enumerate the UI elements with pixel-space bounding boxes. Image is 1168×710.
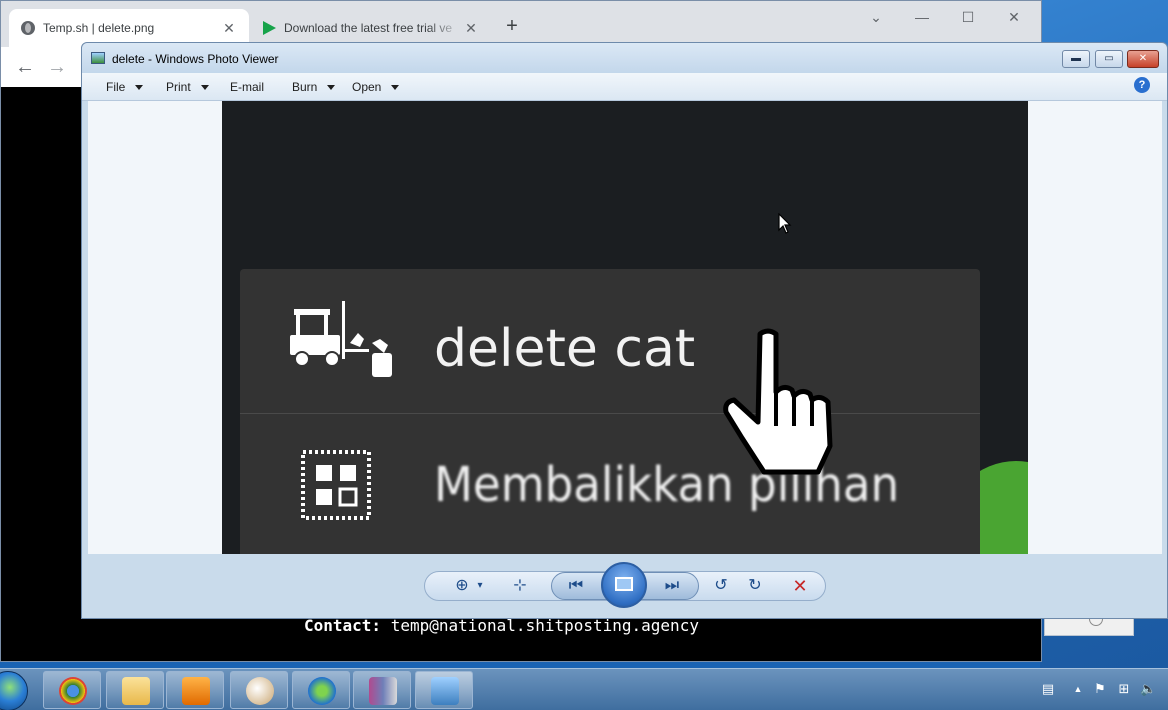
tab-search-button[interactable]: ⌄: [864, 7, 888, 27]
tab-close-button[interactable]: ✕: [463, 20, 479, 37]
taskbar-archive-tool[interactable]: [353, 671, 411, 709]
rotate-left-icon[interactable]: ↺: [711, 576, 731, 596]
divider: [240, 413, 980, 414]
viewer-titlebar[interactable]: delete - Windows Photo Viewer ▬ ▭ ✕: [82, 43, 1167, 73]
help-icon[interactable]: ?: [1134, 77, 1150, 93]
taskbar-photo-viewer[interactable]: [415, 671, 473, 709]
chevron-down-icon: [327, 84, 336, 90]
folder-icon: [122, 677, 150, 705]
zoom-icon[interactable]: ⊕: [452, 576, 472, 596]
viewer-close-button[interactable]: ✕: [1127, 50, 1159, 68]
previous-icon[interactable]: ⏮: [566, 576, 586, 596]
start-button[interactable]: [0, 671, 28, 710]
chevron-down-icon: [391, 84, 400, 90]
menu-label: E-mail: [230, 80, 265, 94]
tab-close-button[interactable]: ✕: [221, 20, 237, 37]
volume-icon[interactable]: 🔈: [1140, 681, 1156, 697]
maximize-button[interactable]: ☐: [956, 7, 980, 27]
viewer-menubar: File Print E-mail Burn Open ?: [82, 73, 1167, 101]
flag-icon[interactable]: ⚑: [1092, 681, 1108, 697]
slideshow-button[interactable]: [601, 562, 647, 608]
context-menu: delete cat Membalikkan pilihan: [240, 269, 980, 554]
viewer-minimize-button[interactable]: ▬: [1062, 50, 1090, 68]
archive-icon: [369, 677, 397, 705]
menu-burn[interactable]: Burn: [292, 80, 336, 94]
slideshow-icon: [615, 577, 633, 591]
download-manager-icon: [308, 677, 336, 705]
taskbar-file-explorer[interactable]: [106, 671, 164, 709]
fit-window-icon[interactable]: ⊹: [510, 576, 530, 596]
chrome-icon: [59, 677, 87, 705]
menu-label: Burn: [292, 80, 318, 94]
globe-icon: [21, 21, 35, 35]
menu-open[interactable]: Open: [352, 80, 400, 94]
menu-file[interactable]: File: [106, 80, 144, 94]
menu-email[interactable]: E-mail: [230, 80, 264, 94]
viewer-canvas: delete cat Membalikkan pilihan: [88, 101, 1162, 554]
menu-label: Open: [352, 80, 382, 94]
forklift-cat-icon: [290, 301, 392, 377]
menu-label: File: [106, 80, 126, 94]
displayed-image: delete cat Membalikkan pilihan: [222, 101, 1028, 554]
arrow-cursor-icon: [778, 213, 792, 234]
taskbar-chrome[interactable]: [43, 671, 101, 709]
taskbar-media-player[interactable]: [166, 671, 224, 709]
network-icon[interactable]: ⊞: [1116, 681, 1132, 697]
tab-label: Download the latest free trial ve: [284, 21, 453, 35]
next-icon[interactable]: ⏭: [662, 576, 682, 596]
photo-viewer-icon: [431, 677, 459, 705]
hand-cursor-icon: [723, 328, 833, 475]
new-tab-button[interactable]: +: [501, 15, 523, 37]
close-button[interactable]: ✕: [1002, 7, 1026, 27]
zoom-dropdown-icon[interactable]: ▾: [470, 576, 490, 596]
viewer-title: delete - Windows Photo Viewer: [112, 52, 279, 66]
menu-print[interactable]: Print: [166, 80, 209, 94]
minimize-button[interactable]: —: [910, 7, 934, 27]
taskbar-paint[interactable]: [230, 671, 288, 709]
paint-icon: [246, 677, 274, 705]
photo-viewer-icon: [91, 52, 105, 64]
tab-label: Temp.sh | delete.png: [43, 21, 155, 35]
keyboard-icon[interactable]: ▤: [1040, 681, 1056, 697]
rotate-right-icon[interactable]: ↻: [745, 576, 765, 596]
media-player-icon: [182, 677, 210, 705]
system-tray: ▤ ▲ ⚑ ⊞ 🔈: [1038, 669, 1168, 710]
forward-button[interactable]: →: [45, 55, 69, 79]
menu-item-delete-cat: delete cat: [434, 319, 696, 379]
show-hidden-icons-button[interactable]: ▲: [1070, 681, 1086, 697]
delete-icon[interactable]: ✕: [790, 576, 810, 596]
viewer-controls: ⊕ ▾ ⊹ ⏮ ⏭ ↺ ↻ ✕: [82, 554, 1167, 618]
photo-viewer-window: delete - Windows Photo Viewer ▬ ▭ ✕ File…: [81, 42, 1168, 619]
chevron-down-icon: [200, 84, 209, 90]
taskbar: ▤ ▲ ⚑ ⊞ 🔈: [0, 668, 1168, 710]
back-button[interactable]: ←: [13, 55, 37, 79]
taskbar-download-manager[interactable]: [292, 671, 350, 709]
play-icon: [263, 21, 276, 35]
menu-label: Print: [166, 80, 191, 94]
tab-strip: Temp.sh | delete.png ✕ Download the late…: [1, 1, 1041, 47]
viewer-maximize-button[interactable]: ▭: [1095, 50, 1123, 68]
chevron-down-icon: [135, 84, 144, 90]
invert-selection-icon: [301, 450, 371, 520]
